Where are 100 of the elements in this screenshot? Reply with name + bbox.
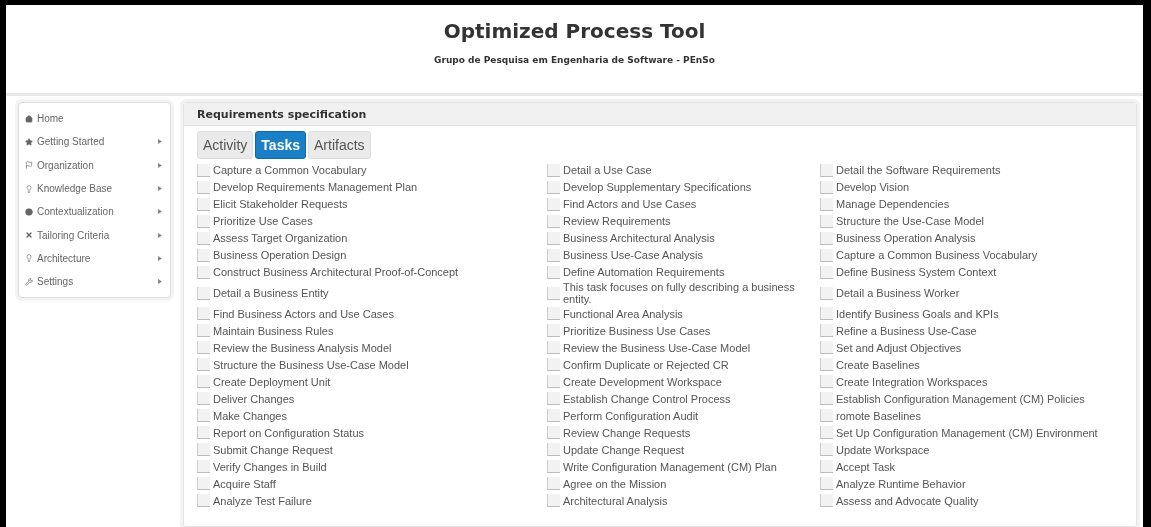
checkbox[interactable] (197, 392, 210, 406)
checkbox[interactable] (197, 443, 210, 457)
checkbox[interactable] (197, 249, 210, 262)
checkbox[interactable] (197, 266, 210, 279)
checkbox[interactable] (547, 307, 560, 321)
task-label: Accept Task (836, 460, 896, 473)
checkbox[interactable] (820, 477, 833, 491)
sidebar-item[interactable]: Contextualization (19, 200, 170, 224)
checkbox[interactable] (820, 232, 833, 245)
checkbox[interactable] (547, 409, 560, 423)
checkbox[interactable] (820, 215, 833, 228)
checkbox[interactable] (820, 460, 833, 474)
task-label: Capture a Common Business Vocabulary (836, 249, 1038, 262)
task-label: Architectural Analysis (563, 494, 668, 507)
task-label: Write Configuration Management (CM) Plan (563, 460, 777, 473)
checkbox[interactable] (197, 286, 210, 300)
checkbox[interactable] (547, 392, 560, 406)
checkbox[interactable] (197, 409, 210, 423)
task-label: Detail the Software Requirements (836, 164, 1001, 177)
checkbox[interactable] (820, 164, 833, 177)
checkbox[interactable] (197, 460, 210, 474)
checkbox[interactable] (547, 341, 560, 355)
task-label: Define Business System Context (836, 266, 997, 279)
checkbox[interactable] (820, 181, 833, 194)
checkbox[interactable] (547, 232, 560, 245)
task-label: Define Automation Requirements (563, 266, 725, 279)
sidebar-item[interactable]: Knowledge Base (19, 176, 170, 201)
checkbox[interactable] (547, 181, 560, 194)
checkbox[interactable] (197, 181, 210, 194)
task-label: Develop Supplementary Specifications (563, 181, 752, 194)
checkbox[interactable] (197, 198, 210, 211)
checkbox[interactable] (197, 232, 210, 245)
checkbox[interactable] (197, 375, 210, 389)
checkbox[interactable] (197, 341, 210, 355)
tab[interactable]: Tasks (255, 131, 306, 159)
tab[interactable]: Artifacts (308, 131, 371, 159)
checkbox[interactable] (820, 409, 833, 423)
checkbox[interactable] (820, 375, 833, 389)
checkbox[interactable] (820, 198, 833, 211)
checkbox[interactable] (820, 266, 833, 279)
checkbox[interactable] (820, 307, 833, 321)
checkbox[interactable] (197, 358, 210, 372)
checkbox[interactable] (197, 324, 210, 338)
checkbox[interactable] (820, 286, 833, 300)
checkbox[interactable] (820, 324, 833, 338)
checkbox[interactable] (197, 307, 210, 321)
task-label: Establish Configuration Management (CM) Policies (836, 392, 1085, 405)
task-label: Capture a Common Vocabulary (213, 164, 367, 177)
checkbox[interactable] (547, 286, 560, 300)
sidebar-item[interactable]: Home (19, 107, 170, 131)
checkbox[interactable] (820, 392, 833, 406)
task-label: Detail a Business Entity (213, 287, 329, 300)
task-label: Develop Vision (836, 181, 910, 194)
checkbox[interactable] (820, 358, 833, 372)
checkbox[interactable] (197, 164, 210, 177)
checkbox[interactable] (547, 215, 560, 228)
checkbox[interactable] (820, 494, 833, 508)
sidebar-item[interactable]: Settings (19, 270, 170, 294)
task-label: Submit Change Request (213, 443, 333, 456)
checkbox[interactable] (547, 460, 560, 474)
checkbox[interactable] (197, 426, 210, 440)
checkbox[interactable] (197, 215, 210, 228)
sidebar-item[interactable]: Tailoring Criteria (19, 223, 170, 247)
task-label: Find Business Actors and Use Cases (213, 307, 394, 320)
tab[interactable]: Activity (197, 131, 254, 159)
task-label: Identify Business Goals and KPIs (836, 307, 999, 320)
checkbox[interactable] (547, 375, 560, 389)
task-label: Create Development Workspace (563, 375, 722, 388)
task-label: Review Change Requests (563, 426, 691, 439)
task-label: Create Baselines (836, 358, 920, 371)
checkbox[interactable] (547, 443, 560, 457)
task-label: Create Deployment Unit (213, 375, 331, 388)
task-label: Agree on the Mission (563, 477, 667, 490)
checkbox[interactable] (547, 494, 560, 508)
checkbox[interactable] (197, 494, 210, 508)
checkbox[interactable] (547, 198, 560, 211)
sidebar-item[interactable]: Architecture (19, 246, 170, 271)
task-label: Structure the Business Use-Case Model (213, 358, 409, 371)
task-label: Prioritize Use Cases (213, 215, 313, 228)
checkbox[interactable] (547, 164, 560, 177)
task-label: Review the Business Use-Case Model (563, 341, 751, 354)
checkbox[interactable] (547, 324, 560, 338)
sidebar-item[interactable]: Organization (19, 153, 170, 177)
sidebar-item[interactable]: Getting Started (19, 130, 170, 154)
task-label: Set and Adjust Objectives (836, 341, 962, 354)
checkbox[interactable] (547, 426, 560, 440)
checkbox[interactable] (820, 443, 833, 457)
checkbox[interactable] (820, 341, 833, 355)
checkbox[interactable] (820, 249, 833, 262)
checkbox[interactable] (820, 426, 833, 440)
checkbox[interactable] (547, 266, 560, 279)
task-label: Assess Target Organization (213, 232, 348, 245)
checkbox[interactable] (547, 477, 560, 491)
task-label: Prioritize Business Use Cases (563, 324, 711, 337)
checkbox[interactable] (547, 249, 560, 262)
task-label: Assess and Advocate Quality (836, 494, 979, 507)
checkbox[interactable] (197, 477, 210, 491)
task-label: Make Changes (213, 409, 287, 422)
checkbox[interactable] (547, 358, 560, 372)
task-label: Manage Dependencies (836, 198, 950, 211)
